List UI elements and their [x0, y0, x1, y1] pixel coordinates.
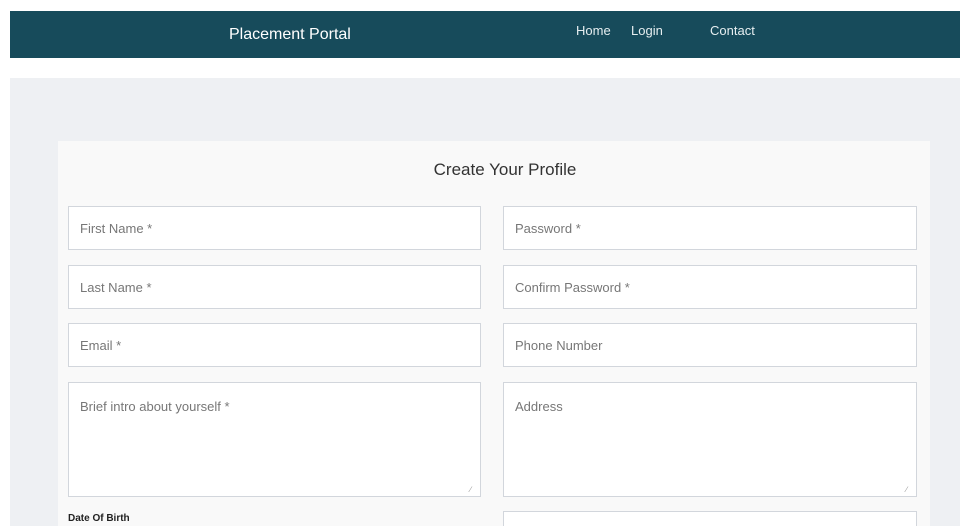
confirm-password-input[interactable]: Confirm Password * — [503, 265, 917, 309]
intro-textarea[interactable]: Brief intro about yourself * ∕ — [68, 382, 481, 497]
resize-handle-icon[interactable]: ∕ — [906, 486, 913, 494]
first-name-placeholder: First Name * — [80, 220, 153, 236]
first-name-input[interactable]: First Name * — [68, 206, 481, 250]
intro-placeholder: Brief intro about yourself * — [80, 399, 230, 414]
form-title: Create Your Profile — [433, 160, 577, 179]
email-placeholder: Email * — [80, 337, 122, 353]
nav-home-link[interactable]: Home — [576, 11, 611, 51]
address-placeholder: Address — [515, 399, 563, 414]
email-input[interactable]: Email * — [68, 323, 481, 367]
password-input[interactable]: Password * — [503, 206, 917, 250]
last-name-input[interactable]: Last Name * — [68, 265, 481, 309]
password-placeholder: Password * — [515, 220, 581, 236]
nav-login-link[interactable]: Login — [631, 11, 663, 51]
brand-title[interactable]: Placement Portal — [229, 11, 351, 58]
phone-placeholder: Phone Number — [515, 337, 603, 353]
right-column-next-input[interactable] — [503, 511, 917, 526]
address-textarea[interactable]: Address ∕ — [503, 382, 917, 497]
dob-label: Date Of Birth — [68, 513, 130, 524]
resize-handle-icon[interactable]: ∕ — [470, 486, 477, 494]
top-navbar: Placement Portal Home Login Contact — [10, 11, 960, 58]
nav-contact-link[interactable]: Contact — [710, 11, 755, 51]
last-name-placeholder: Last Name * — [80, 279, 152, 295]
phone-input[interactable]: Phone Number — [503, 323, 917, 367]
confirm-password-placeholder: Confirm Password * — [515, 279, 630, 295]
